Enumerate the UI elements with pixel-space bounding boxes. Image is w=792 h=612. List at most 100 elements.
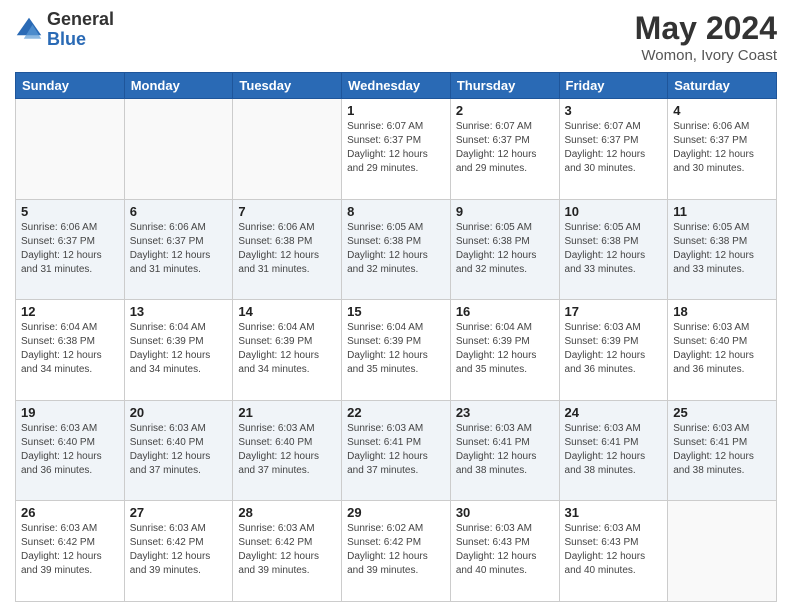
day-number: 14 bbox=[238, 304, 336, 319]
col-thursday: Thursday bbox=[450, 73, 559, 99]
day-number: 7 bbox=[238, 204, 336, 219]
col-friday: Friday bbox=[559, 73, 668, 99]
day-number: 30 bbox=[456, 505, 554, 520]
calendar-cell bbox=[16, 99, 125, 200]
day-info: Sunrise: 6:03 AMSunset: 6:43 PMDaylight:… bbox=[565, 522, 663, 578]
day-number: 13 bbox=[130, 304, 228, 319]
calendar-cell: 11 Sunrise: 6:05 AMSunset: 6:38 PMDayligh… bbox=[668, 199, 777, 300]
day-info: Sunrise: 6:05 AMSunset: 6:38 PMDaylight:… bbox=[456, 221, 554, 277]
calendar-cell: 2 Sunrise: 6:07 AMSunset: 6:37 PMDaylight… bbox=[450, 99, 559, 200]
main-title: May 2024 bbox=[635, 10, 777, 47]
logo-icon bbox=[15, 16, 43, 44]
subtitle: Womon, Ivory Coast bbox=[635, 47, 777, 64]
calendar-table: Sunday Monday Tuesday Wednesday Thursday… bbox=[15, 72, 777, 602]
calendar-cell: 26Sunrise: 6:03 AMSunset: 6:42 PMDayligh… bbox=[16, 501, 125, 602]
day-info: Sunrise: 6:04 AMSunset: 6:39 PMDaylight:… bbox=[347, 321, 445, 377]
calendar-cell: 17 Sunrise: 6:03 AMSunset: 6:39 PMDayligh… bbox=[559, 300, 668, 401]
day-number: 27 bbox=[130, 505, 228, 520]
day-number: 22 bbox=[347, 405, 445, 420]
calendar-cell: 27 Sunrise: 6:03 AMSunset: 6:42 PMDayligh… bbox=[124, 501, 233, 602]
page: General Blue May 2024 Womon, Ivory Coast… bbox=[0, 0, 792, 612]
calendar-week-4: 19 Sunrise: 6:03 AMSunset: 6:40 PMDayligh… bbox=[16, 400, 777, 501]
day-info: Sunrise: 6:04 AMSunset: 6:39 PMDaylight:… bbox=[130, 321, 228, 377]
day-number: 21 bbox=[238, 405, 336, 420]
day-info: Sunrise: 6:06 AMSunset: 6:37 PMDaylight:… bbox=[130, 221, 228, 277]
day-info: Sunrise: 6:03 AMSunset: 6:40 PMDaylight:… bbox=[21, 422, 119, 478]
calendar-week-5: 26Sunrise: 6:03 AMSunset: 6:42 PMDayligh… bbox=[16, 501, 777, 602]
day-info: Sunrise: 6:03 AMSunset: 6:43 PMDaylight:… bbox=[456, 522, 554, 578]
calendar-cell: 23 Sunrise: 6:03 AMSunset: 6:41 PMDayligh… bbox=[450, 400, 559, 501]
day-info: Sunrise: 6:03 AMSunset: 6:40 PMDaylight:… bbox=[673, 321, 771, 377]
day-number: 28 bbox=[238, 505, 336, 520]
day-number: 11 bbox=[673, 204, 771, 219]
day-number: 18 bbox=[673, 304, 771, 319]
day-number: 3 bbox=[565, 103, 663, 118]
calendar-cell: 5 Sunrise: 6:06 AMSunset: 6:37 PMDaylight… bbox=[16, 199, 125, 300]
day-info: Sunrise: 6:03 AMSunset: 6:42 PMDaylight:… bbox=[130, 522, 228, 578]
calendar-cell bbox=[233, 99, 342, 200]
logo-text: General Blue bbox=[47, 10, 114, 50]
day-info: Sunrise: 6:07 AMSunset: 6:37 PMDaylight:… bbox=[565, 120, 663, 176]
logo: General Blue bbox=[15, 10, 114, 50]
day-number: 16 bbox=[456, 304, 554, 319]
calendar-cell: 21Sunrise: 6:03 AMSunset: 6:40 PMDayligh… bbox=[233, 400, 342, 501]
calendar-cell: 9 Sunrise: 6:05 AMSunset: 6:38 PMDaylight… bbox=[450, 199, 559, 300]
day-info: Sunrise: 6:03 AMSunset: 6:41 PMDaylight:… bbox=[347, 422, 445, 478]
calendar-cell: 13 Sunrise: 6:04 AMSunset: 6:39 PMDayligh… bbox=[124, 300, 233, 401]
day-number: 31 bbox=[565, 505, 663, 520]
day-number: 2 bbox=[456, 103, 554, 118]
calendar-cell: 18 Sunrise: 6:03 AMSunset: 6:40 PMDayligh… bbox=[668, 300, 777, 401]
day-info: Sunrise: 6:07 AMSunset: 6:37 PMDaylight:… bbox=[347, 120, 445, 176]
col-saturday: Saturday bbox=[668, 73, 777, 99]
day-number: 1 bbox=[347, 103, 445, 118]
calendar-cell: 4 Sunrise: 6:06 AMSunset: 6:37 PMDaylight… bbox=[668, 99, 777, 200]
logo-general-text: General bbox=[47, 10, 114, 30]
title-block: May 2024 Womon, Ivory Coast bbox=[635, 10, 777, 64]
calendar-cell: 24 Sunrise: 6:03 AMSunset: 6:41 PMDayligh… bbox=[559, 400, 668, 501]
day-info: Sunrise: 6:03 AMSunset: 6:42 PMDaylight:… bbox=[238, 522, 336, 578]
col-tuesday: Tuesday bbox=[233, 73, 342, 99]
calendar-cell: 6Sunrise: 6:06 AMSunset: 6:37 PMDaylight… bbox=[124, 199, 233, 300]
day-number: 4 bbox=[673, 103, 771, 118]
calendar-cell: 7Sunrise: 6:06 AMSunset: 6:38 PMDaylight… bbox=[233, 199, 342, 300]
day-number: 9 bbox=[456, 204, 554, 219]
day-info: Sunrise: 6:06 AMSunset: 6:37 PMDaylight:… bbox=[673, 120, 771, 176]
day-number: 20 bbox=[130, 405, 228, 420]
day-number: 17 bbox=[565, 304, 663, 319]
calendar-cell: 3 Sunrise: 6:07 AMSunset: 6:37 PMDaylight… bbox=[559, 99, 668, 200]
calendar-cell bbox=[124, 99, 233, 200]
day-info: Sunrise: 6:03 AMSunset: 6:41 PMDaylight:… bbox=[456, 422, 554, 478]
calendar-cell: 28 Sunrise: 6:03 AMSunset: 6:42 PMDayligh… bbox=[233, 501, 342, 602]
day-number: 24 bbox=[565, 405, 663, 420]
calendar-cell: 19 Sunrise: 6:03 AMSunset: 6:40 PMDayligh… bbox=[16, 400, 125, 501]
day-number: 25 bbox=[673, 405, 771, 420]
day-info: Sunrise: 6:04 AMSunset: 6:38 PMDaylight:… bbox=[21, 321, 119, 377]
day-number: 23 bbox=[456, 405, 554, 420]
day-info: Sunrise: 6:04 AMSunset: 6:39 PMDaylight:… bbox=[456, 321, 554, 377]
day-number: 8 bbox=[347, 204, 445, 219]
logo-blue-text: Blue bbox=[47, 30, 114, 50]
calendar-cell bbox=[668, 501, 777, 602]
header: General Blue May 2024 Womon, Ivory Coast bbox=[15, 10, 777, 64]
day-info: Sunrise: 6:07 AMSunset: 6:37 PMDaylight:… bbox=[456, 120, 554, 176]
col-wednesday: Wednesday bbox=[342, 73, 451, 99]
calendar-week-3: 12Sunrise: 6:04 AMSunset: 6:38 PMDayligh… bbox=[16, 300, 777, 401]
calendar-cell: 14 Sunrise: 6:04 AMSunset: 6:39 PMDayligh… bbox=[233, 300, 342, 401]
day-info: Sunrise: 6:05 AMSunset: 6:38 PMDaylight:… bbox=[673, 221, 771, 277]
day-info: Sunrise: 6:04 AMSunset: 6:39 PMDaylight:… bbox=[238, 321, 336, 377]
col-sunday: Sunday bbox=[16, 73, 125, 99]
day-number: 19 bbox=[21, 405, 119, 420]
calendar-week-2: 5 Sunrise: 6:06 AMSunset: 6:37 PMDaylight… bbox=[16, 199, 777, 300]
day-info: Sunrise: 6:06 AMSunset: 6:37 PMDaylight:… bbox=[21, 221, 119, 277]
calendar-week-1: 1 Sunrise: 6:07 AMSunset: 6:37 PMDaylight… bbox=[16, 99, 777, 200]
day-info: Sunrise: 6:03 AMSunset: 6:42 PMDaylight:… bbox=[21, 522, 119, 578]
day-info: Sunrise: 6:05 AMSunset: 6:38 PMDaylight:… bbox=[565, 221, 663, 277]
day-info: Sunrise: 6:03 AMSunset: 6:39 PMDaylight:… bbox=[565, 321, 663, 377]
day-number: 10 bbox=[565, 204, 663, 219]
day-number: 15 bbox=[347, 304, 445, 319]
day-info: Sunrise: 6:03 AMSunset: 6:41 PMDaylight:… bbox=[565, 422, 663, 478]
calendar-cell: 10 Sunrise: 6:05 AMSunset: 6:38 PMDayligh… bbox=[559, 199, 668, 300]
day-number: 5 bbox=[21, 204, 119, 219]
calendar-cell: 20Sunrise: 6:03 AMSunset: 6:40 PMDayligh… bbox=[124, 400, 233, 501]
day-info: Sunrise: 6:05 AMSunset: 6:38 PMDaylight:… bbox=[347, 221, 445, 277]
